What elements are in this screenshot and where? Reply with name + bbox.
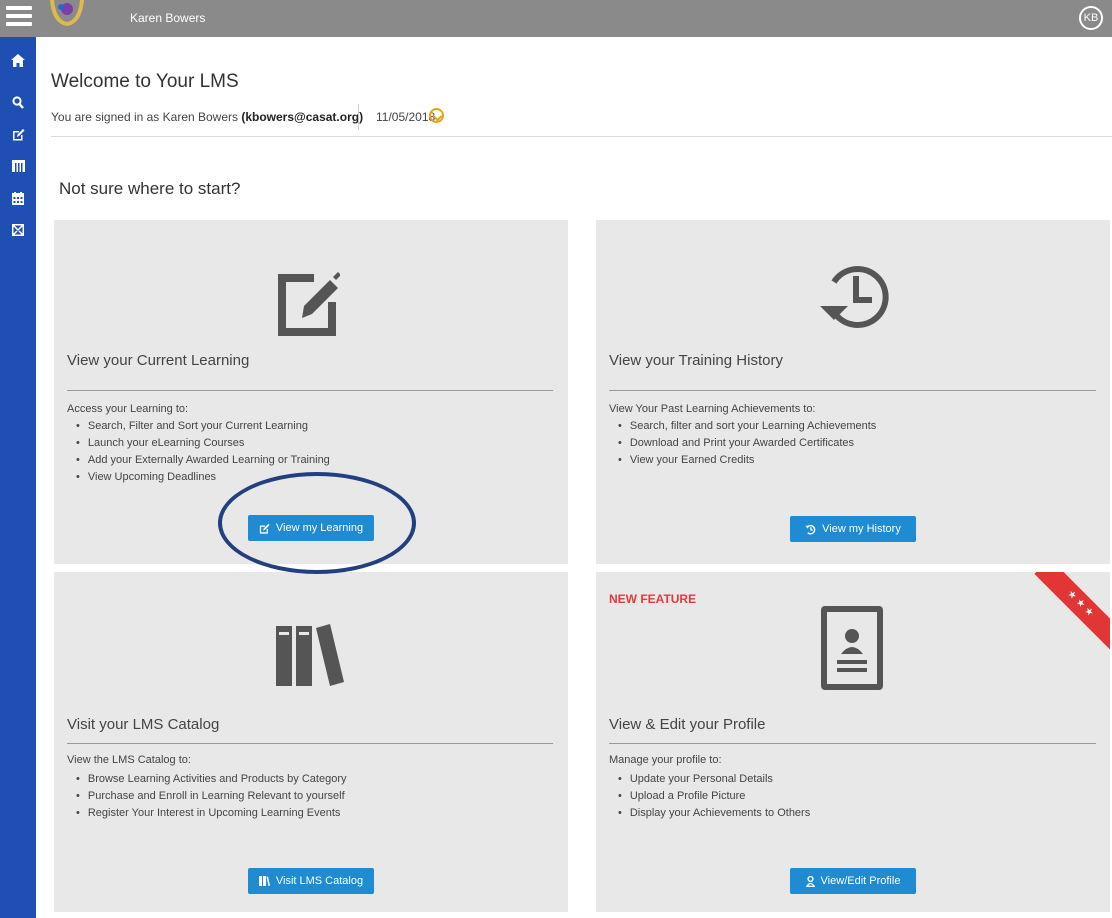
card-lms-catalog: Visit your LMS Catalog View the LMS Cata… — [54, 572, 568, 912]
books-large-icon — [276, 624, 344, 691]
divider — [358, 104, 359, 130]
page-title: Welcome to Your LMS — [51, 71, 239, 92]
button-label: Visit LMS Catalog — [275, 875, 364, 887]
signed-in-prefix: You are signed in as Karen Bowers — [51, 110, 242, 124]
logo[interactable] — [50, 0, 84, 30]
list-item: View Upcoming Deadlines — [76, 469, 330, 486]
list-item: Update your Personal Details — [618, 771, 810, 788]
signed-in-email: (kbowers@casat.org) — [241, 110, 364, 124]
card-title: Visit your LMS Catalog — [67, 716, 220, 733]
card-intro: Access your Learning to: — [67, 403, 189, 415]
list-item: Display your Achievements to Others — [618, 805, 810, 822]
books-icon — [258, 876, 270, 886]
card-title: View & Edit your Profile — [609, 716, 766, 733]
button-label: View my History — [822, 523, 901, 535]
hamburger-menu-icon[interactable] — [6, 6, 32, 30]
view-my-history-button[interactable]: View my History — [790, 516, 916, 542]
list-item: Upload a Profile Picture — [618, 788, 810, 805]
card-intro: Manage your profile to: — [609, 754, 722, 766]
date-check-icon[interactable] — [429, 108, 444, 123]
list-item: Search, Filter and Sort your Current Lea… — [76, 418, 330, 435]
list-item: Purchase and Enroll in Learning Relevant… — [76, 788, 347, 805]
visit-lms-catalog-button[interactable]: Visit LMS Catalog — [248, 868, 374, 894]
profile-large-icon — [821, 606, 883, 695]
button-label: View my Learning — [275, 522, 364, 534]
search-icon[interactable] — [0, 91, 36, 113]
catalog-icon[interactable] — [0, 155, 36, 177]
divider — [609, 390, 1096, 391]
signed-in-text: You are signed in as Karen Bowers (kbowe… — [51, 110, 363, 124]
card-intro: View the LMS Catalog to: — [67, 754, 191, 766]
home-icon[interactable] — [0, 49, 36, 71]
edit-large-icon — [278, 262, 340, 341]
list-item: Add your Externally Awarded Learning or … — [76, 452, 330, 469]
list-item: Register Your Interest in Upcoming Learn… — [76, 805, 347, 822]
card-intro: View Your Past Learning Achievements to: — [609, 403, 816, 415]
avatar[interactable]: KB — [1079, 6, 1103, 30]
list-item: Launch your eLearning Courses — [76, 435, 330, 452]
divider — [67, 390, 553, 391]
edit-icon — [259, 523, 270, 534]
list-item: Browse Learning Activities and Products … — [76, 771, 347, 788]
card-feature-list: Search, filter and sort your Learning Ac… — [618, 418, 876, 469]
card-profile: NEW FEATURE ★★★ View & Edit your Profile… — [596, 572, 1110, 912]
history-icon — [805, 524, 816, 535]
new-feature-badge: NEW FEATURE — [609, 592, 697, 606]
messages-icon[interactable] — [0, 219, 36, 241]
card-feature-list: Browse Learning Activities and Products … — [76, 771, 347, 822]
edit-icon[interactable] — [0, 123, 36, 145]
card-title: View your Current Learning — [67, 352, 250, 369]
user-icon — [805, 875, 815, 887]
card-feature-list: Search, Filter and Sort your Current Lea… — [76, 418, 330, 486]
view-edit-profile-button[interactable]: View/Edit Profile — [790, 868, 916, 894]
calendar-icon[interactable] — [0, 187, 36, 209]
divider — [51, 136, 1112, 137]
top-bar: Karen Bowers KB — [0, 0, 1112, 37]
view-my-learning-button[interactable]: View my Learning — [248, 515, 374, 541]
header-user-name: Karen Bowers — [130, 11, 206, 25]
history-large-icon — [820, 262, 890, 337]
card-title: View your Training History — [609, 352, 783, 369]
divider — [609, 743, 1096, 744]
left-sidebar — [0, 37, 36, 918]
list-item: Download and Print your Awarded Certific… — [618, 435, 876, 452]
current-date: 11/05/2018 — [376, 110, 436, 124]
divider — [67, 743, 553, 744]
button-label: View/Edit Profile — [820, 875, 901, 887]
list-item: View your Earned Credits — [618, 452, 876, 469]
main-content: Welcome to Your LMS You are signed in as… — [36, 37, 1112, 918]
card-feature-list: Update your Personal Details Upload a Pr… — [618, 771, 810, 822]
new-ribbon: ★★★ — [1034, 572, 1110, 652]
card-current-learning: View your Current Learning Access your L… — [54, 220, 568, 564]
list-item: Search, filter and sort your Learning Ac… — [618, 418, 876, 435]
section-heading: Not sure where to start? — [59, 179, 241, 198]
card-training-history: View your Training History View Your Pas… — [596, 220, 1110, 564]
